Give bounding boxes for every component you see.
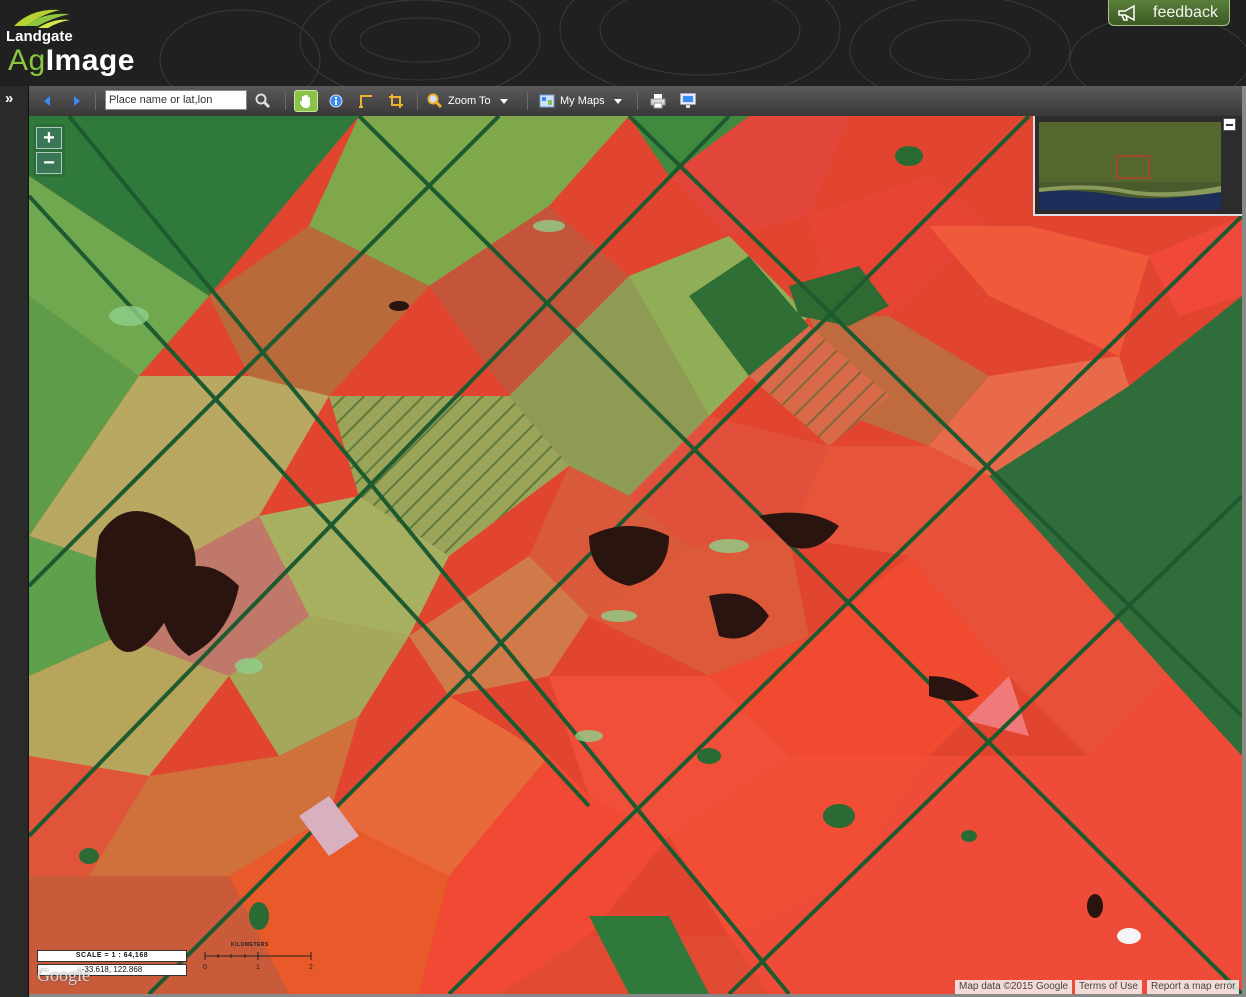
overview-collapse-button[interactable] (1223, 118, 1236, 131)
printer-icon (650, 94, 666, 109)
terms-of-use-link[interactable]: Terms of Use (1075, 980, 1142, 994)
crop-icon (389, 94, 403, 108)
chevron-down-icon (499, 98, 508, 104)
side-panel: » (0, 86, 29, 997)
my-maps-menu[interactable]: My Maps (539, 91, 629, 111)
overview-map[interactable] (1033, 116, 1242, 216)
search-button[interactable] (253, 91, 273, 111)
zoom-to-label: Zoom To (448, 95, 491, 107)
report-map-error-link[interactable]: Report a map error (1147, 980, 1240, 994)
toolbar-divider (637, 92, 638, 110)
zoom-magnifier-icon (427, 93, 443, 109)
scale-readout: SCALE = 1 : 64,168 (37, 950, 187, 962)
pan-tool-button[interactable] (294, 90, 318, 112)
print-button[interactable] (649, 91, 667, 111)
arrow-left-icon (44, 96, 50, 106)
map-icon (539, 94, 555, 108)
crop-tool-button[interactable] (387, 91, 405, 111)
monitor-icon (680, 93, 696, 108)
product-name-image: Image (45, 44, 135, 77)
scale-bar: KILOMETERS 0 1 2 (201, 942, 321, 976)
arrow-right-icon (74, 96, 80, 106)
product-name-ag: Ag (8, 44, 46, 77)
app-header: Landgate AgImage feedback (0, 0, 1246, 86)
zoom-in-button[interactable]: + (36, 127, 62, 149)
topographic-background (159, 0, 1246, 86)
measure-icon (359, 95, 372, 108)
satellite-imagery[interactable] (29, 116, 1242, 994)
map-frame-edge (1242, 86, 1246, 997)
map-toolbar: Zoom To My Maps (29, 86, 1246, 117)
megaphone-icon (1118, 4, 1135, 21)
toolbar-divider (285, 92, 286, 110)
minimize-icon (1226, 123, 1233, 126)
leaf-logo-icon (14, 9, 70, 28)
identify-tool-button[interactable] (327, 91, 345, 111)
map-data-attribution: Map data ©2015 Google (955, 980, 1073, 994)
present-button[interactable] (679, 91, 697, 111)
measure-tool-button[interactable] (357, 91, 375, 111)
zoom-control: + − (33, 124, 65, 177)
forward-button[interactable] (69, 91, 85, 111)
scale-tick-label: 2 (309, 964, 313, 971)
search-input[interactable] (105, 90, 247, 110)
scale-bar-graphic (204, 952, 312, 960)
zoom-out-button[interactable]: − (36, 152, 62, 174)
toolbar-divider (527, 92, 528, 110)
feedback-label: feedback (1153, 3, 1218, 21)
chevron-down-icon (613, 98, 622, 104)
zoom-to-menu[interactable]: Zoom To (427, 91, 519, 111)
expand-panel-icon[interactable]: » (5, 90, 13, 107)
map-view[interactable]: + − SCALE = 1 : 64,168 -33.618, 122.868 … (29, 116, 1242, 994)
brand-name: Landgate (6, 28, 73, 45)
google-logo: Google (37, 965, 90, 985)
scale-tick-label: 1 (256, 964, 260, 971)
toolbar-divider (417, 92, 418, 110)
toolbar-divider (95, 92, 96, 110)
scale-tick-label: 0 (203, 964, 207, 971)
feedback-button[interactable]: feedback (1108, 0, 1230, 26)
info-icon (329, 94, 343, 108)
hand-icon (300, 95, 310, 108)
product-name: AgImage (8, 44, 135, 78)
my-maps-label: My Maps (560, 95, 605, 107)
magnifier-icon (255, 93, 271, 109)
overview-map-image (1039, 122, 1221, 210)
back-button[interactable] (39, 91, 55, 111)
